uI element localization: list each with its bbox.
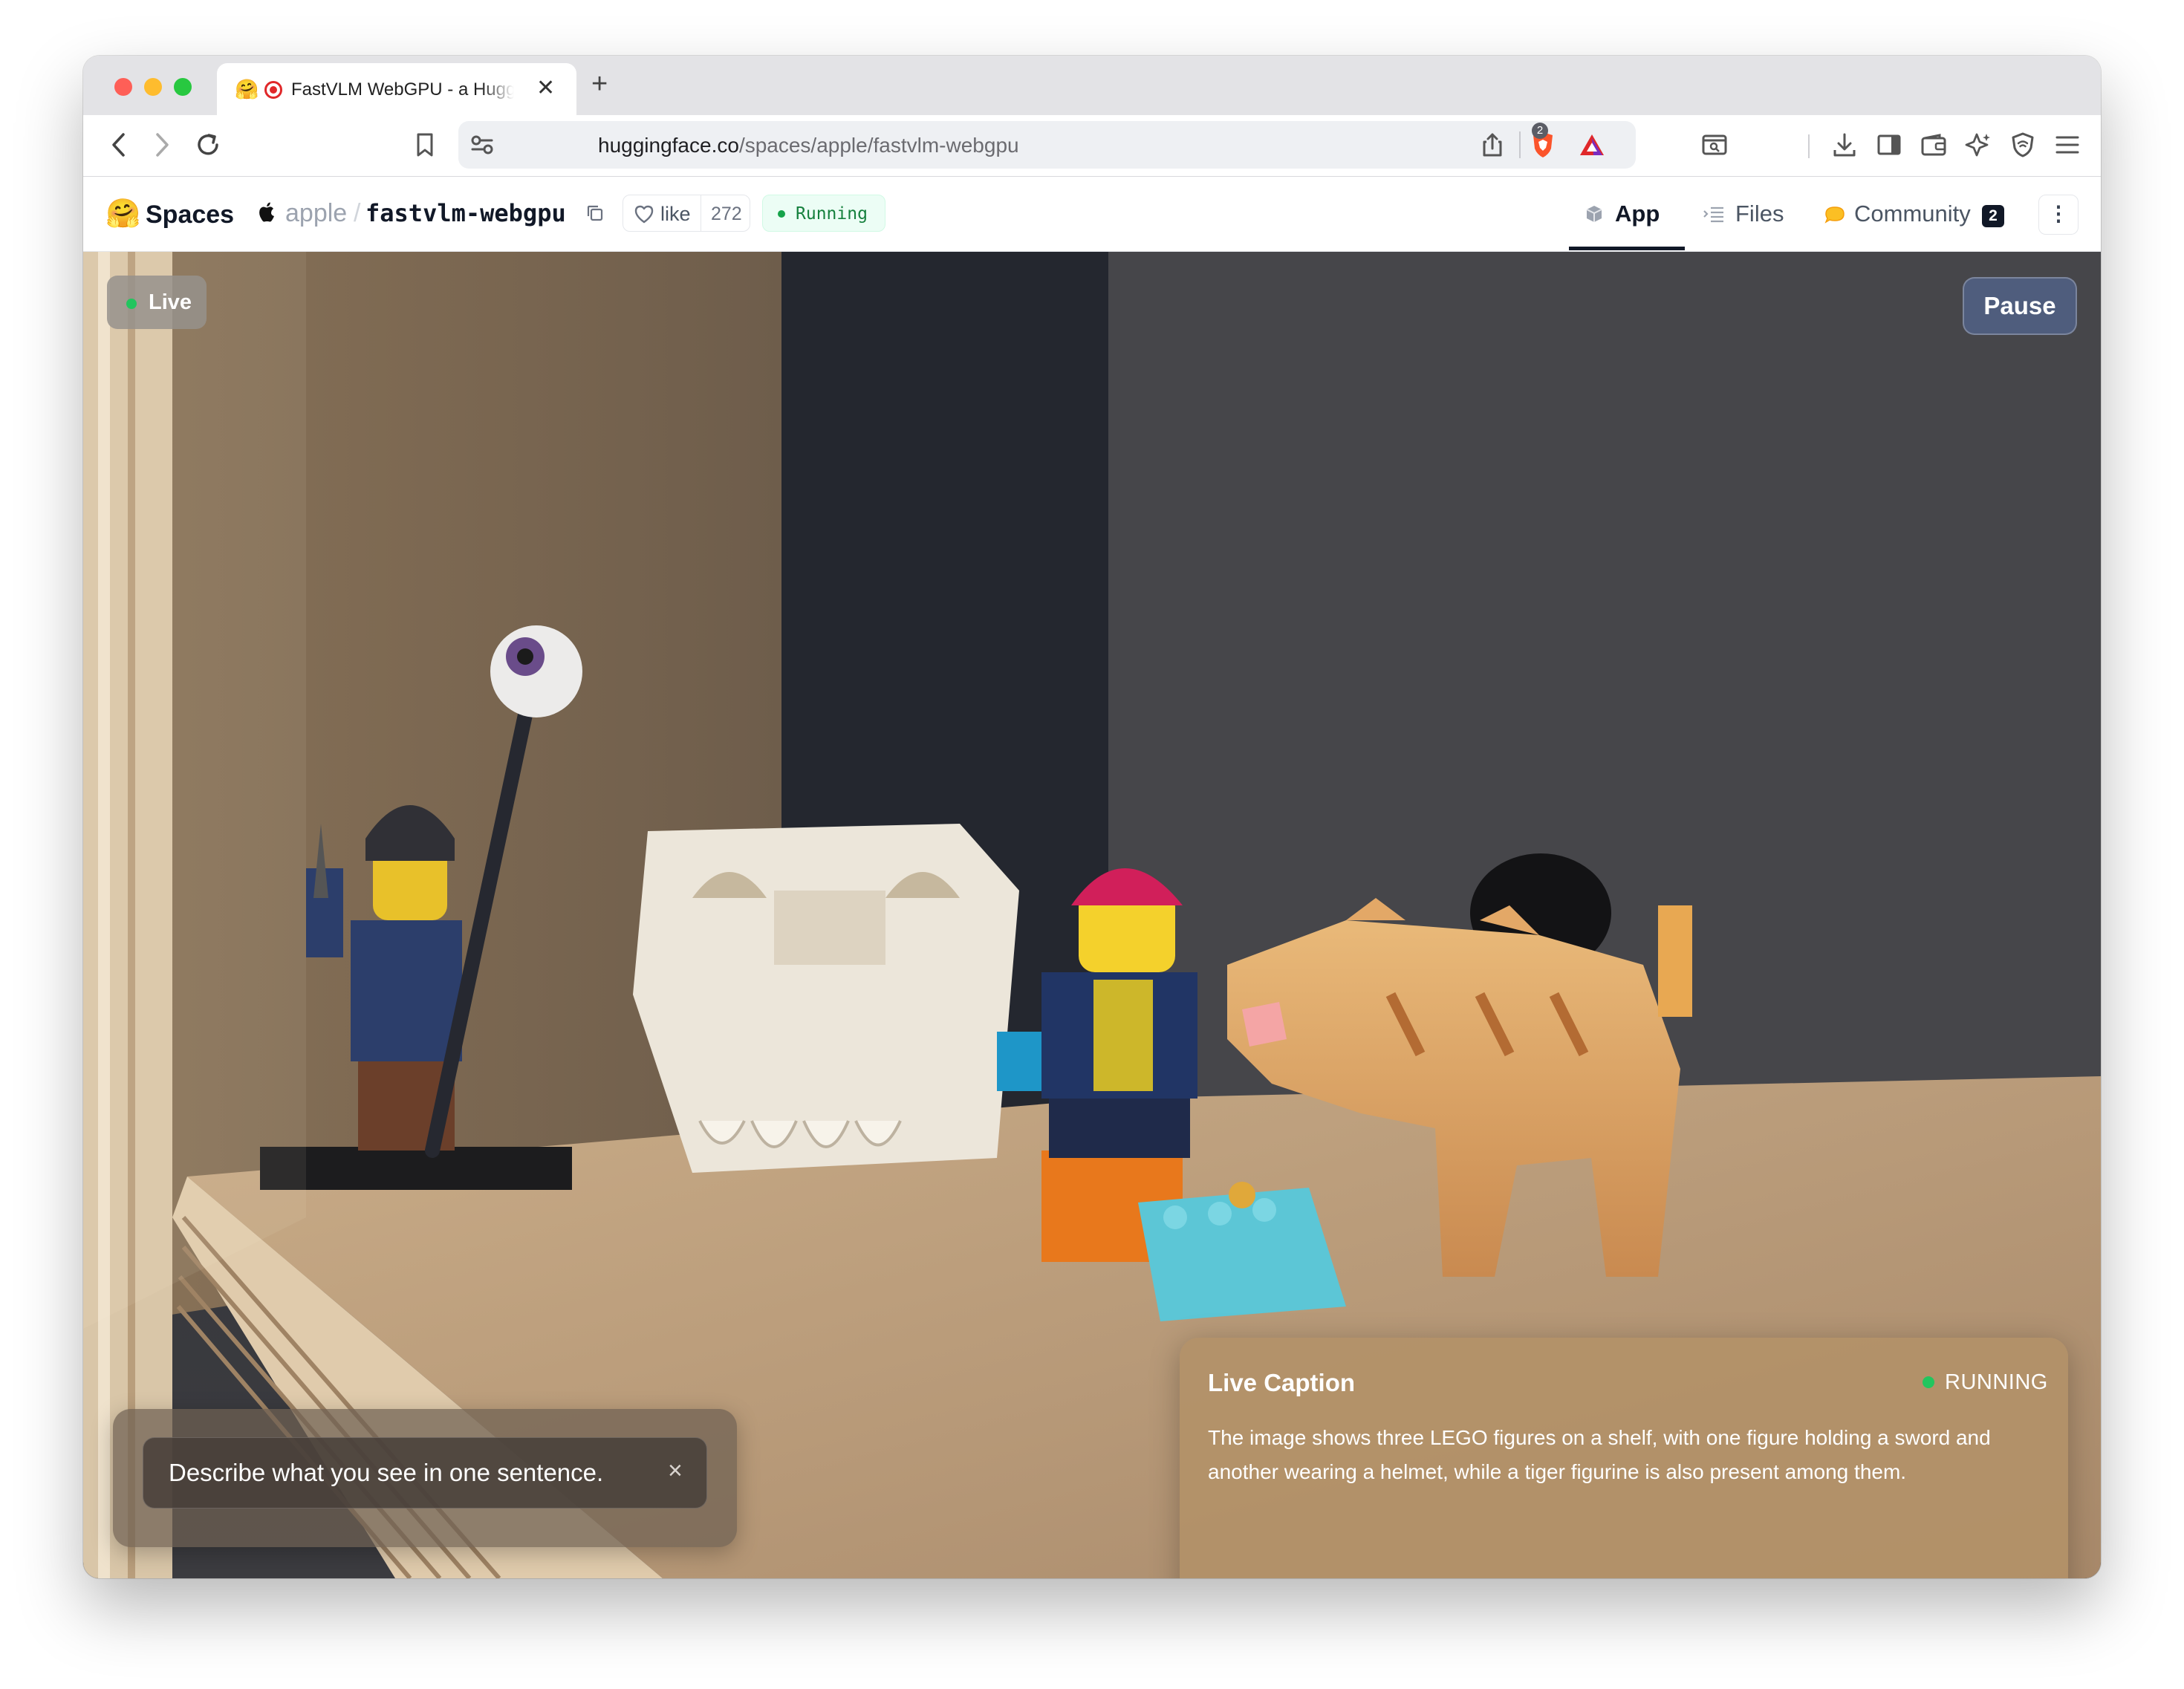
live-caption-panel: Live Caption RUNNING The image shows thr… [1180,1338,2068,1578]
active-tab-indicator [1569,247,1685,250]
more-vertical-icon: ⋮ [2048,202,2069,225]
leo-ai-icon[interactable] [1960,127,1997,163]
community-count-badge: 2 [1982,205,2004,227]
share-icon[interactable] [1476,127,1509,163]
browser-tab[interactable]: 🤗 FastVLM WebGPU - a Hugg ✕ [217,63,576,115]
separator [1808,134,1810,158]
caption-status-dot [1923,1376,1934,1388]
tab-app-label: App [1615,201,1660,227]
close-window-button[interactable] [114,78,132,96]
caption-text: The image shows three LEGO figures on a … [1208,1426,1991,1483]
prompt-value: Describe what you see in one sentence. [169,1459,604,1486]
reload-icon[interactable] [187,127,229,163]
recording-indicator-icon [264,81,282,99]
vpn-shield-icon[interactable] [2004,127,2041,163]
clear-prompt-button[interactable]: × [668,1456,683,1485]
repo-name-link[interactable]: fastvlm-webgpu [365,199,566,227]
tab-files-label: Files [1735,201,1784,227]
shields-count-badge: 2 [1532,123,1548,139]
path-separator: / [354,199,361,227]
tab-app[interactable]: App [1584,195,1680,233]
pause-button[interactable]: Pause [1963,277,2077,335]
zoom-window-button[interactable] [174,78,192,96]
tab-files[interactable]: Files [1703,195,1792,233]
heart-icon [634,204,654,227]
separator [1519,131,1521,158]
like-button[interactable]: like 272 [623,195,750,232]
forward-icon[interactable] [144,127,180,163]
prompt-input[interactable]: Describe what you see in one sentence. × [143,1437,707,1509]
copy-icon[interactable] [585,204,605,227]
hugging-face-logo-icon[interactable]: 🤗 [105,199,140,229]
hf-header: 🤗 Spaces apple / fastvlm-webgpu like 272… [83,177,2101,252]
repo-owner-link[interactable]: apple [285,199,347,228]
files-icon [1703,205,1725,227]
tab-close-button[interactable]: ✕ [536,75,555,102]
status-dot [778,210,785,218]
brave-rewards-icon[interactable] [1573,127,1611,163]
live-indicator: Live [107,276,207,329]
hugging-face-favicon-icon: 🤗 [235,78,259,100]
browser-toolbar: huggingface.co/spaces/apple/fastvlm-webg… [83,115,2101,177]
new-tab-button[interactable]: + [591,69,608,99]
prompt-panel: Describe what you see in one sentence. × [113,1409,737,1547]
like-label: like [660,203,691,225]
tab-title: FastVLM WebGPU - a Hugg [291,79,514,100]
wallet-icon[interactable] [1915,127,1952,163]
sidebar-icon[interactable] [1871,127,1908,163]
downloads-icon[interactable] [1826,127,1863,163]
site-settings-icon[interactable] [464,127,500,163]
live-label: Live [149,290,192,314]
tab-strip: 🤗 FastVLM WebGPU - a Hugg ✕ + [83,56,2101,115]
apple-logo-icon [259,202,276,227]
url-text[interactable]: huggingface.co/spaces/apple/fastvlm-webg… [598,134,1019,157]
caption-status: RUNNING [1945,1370,2048,1394]
reader-mode-icon[interactable] [1695,127,1734,163]
status-badge: Running [762,195,885,232]
tab-community-label: Community [1854,201,1971,227]
more-options-button[interactable]: ⋮ [2038,195,2079,235]
address-bar[interactable]: huggingface.co/spaces/apple/fastvlm-webg… [458,121,1636,169]
browser-window: 🤗 FastVLM WebGPU - a Hugg ✕ + huggingfac… [83,56,2101,1578]
cube-icon [1584,204,1605,228]
live-dot [126,299,137,309]
camera-feed: Live Pause Describe what you see in one … [83,252,2101,1578]
like-count: 272 [711,204,742,224]
minimize-window-button[interactable] [144,78,162,96]
menu-icon[interactable] [2049,127,2086,163]
status-text: Running [796,204,868,224]
back-icon[interactable] [101,127,137,163]
spaces-link[interactable]: Spaces [146,201,234,230]
caption-title: Live Caption [1208,1369,1356,1396]
bookmark-icon[interactable] [407,127,443,163]
community-icon [1823,204,1847,228]
